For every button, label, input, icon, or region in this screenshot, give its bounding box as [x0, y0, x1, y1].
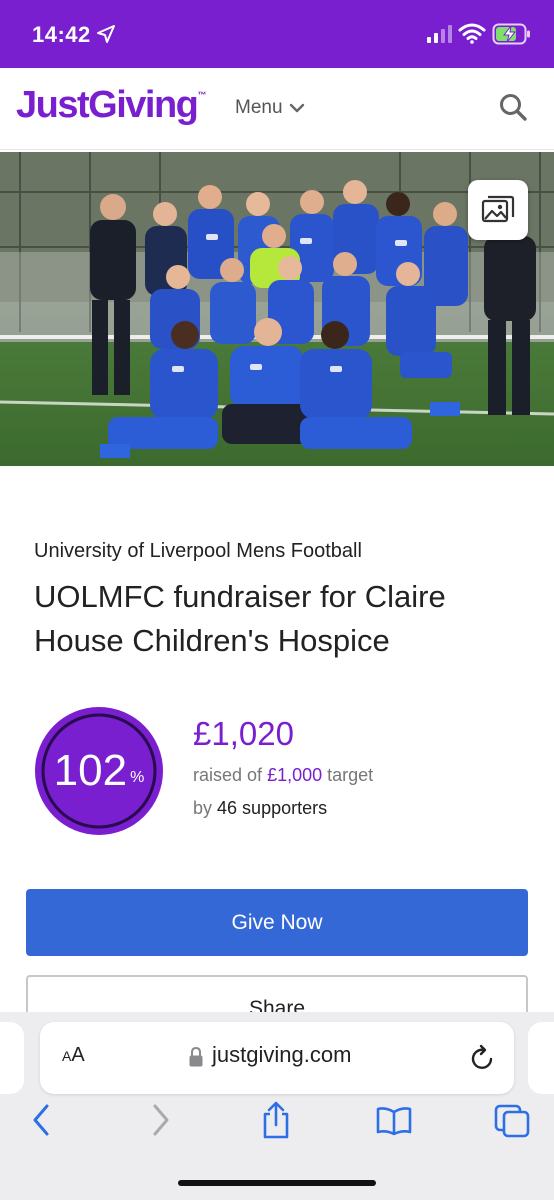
percent-sign: %: [130, 769, 145, 786]
wifi-icon: [458, 23, 486, 44]
logo-trademark: ™: [197, 90, 207, 100]
justgiving-logo[interactable]: JustGiving™: [16, 84, 206, 127]
forward-chevron-icon[interactable]: [142, 1100, 178, 1140]
by-label: by: [193, 798, 213, 818]
battery-charging-icon: [492, 23, 530, 45]
tabs-icon[interactable]: [494, 1100, 530, 1140]
menu-label: Menu: [235, 97, 283, 118]
supporters-count[interactable]: 46 supporters: [217, 798, 327, 818]
back-chevron-icon[interactable]: [24, 1100, 60, 1140]
site-header: JustGiving™ Menu: [0, 68, 554, 150]
give-now-button[interactable]: Give Now: [26, 889, 528, 956]
address-bar[interactable]: AA justgiving.com: [40, 1022, 514, 1094]
previous-tab-peek[interactable]: [0, 1022, 24, 1094]
gallery-button[interactable]: [468, 180, 528, 240]
supporters-line: by 46 supporters: [193, 798, 327, 819]
target-line: raised of £1,000 target: [193, 765, 373, 786]
share-icon[interactable]: [258, 1100, 294, 1140]
target-label: target: [327, 765, 374, 785]
text-size-big-a: A: [71, 1044, 85, 1066]
chevron-down-icon: [289, 103, 304, 113]
page-title: UOLMFC fundraiser for Claire House Child…: [34, 579, 446, 658]
menu-button[interactable]: Menu: [235, 97, 305, 119]
url-text: justgiving.com: [212, 1042, 352, 1067]
text-size-button[interactable]: AA: [62, 1044, 85, 1067]
home-indicator: [178, 1180, 376, 1186]
status-time: 14:42: [32, 22, 91, 47]
next-tab-peek[interactable]: [528, 1022, 554, 1094]
text-size-small-a: A: [62, 1048, 72, 1064]
location-arrow-icon: [97, 25, 115, 43]
give-now-label: Give Now: [231, 910, 323, 934]
target-amount: £1,000: [267, 765, 323, 785]
raised-amount: £1,020: [193, 715, 294, 752]
logo-text: JustGiving: [16, 84, 199, 126]
status-bar: 14:42: [0, 0, 554, 68]
image-gallery-icon: [481, 195, 515, 223]
percent-value: 102: [53, 746, 128, 795]
book-icon[interactable]: [376, 1100, 412, 1140]
organisation-name: University of Liverpool Mens Football: [34, 540, 362, 562]
lock-icon: [189, 1046, 203, 1067]
percent-label: 102%: [33, 705, 165, 837]
search-icon[interactable]: [498, 92, 528, 122]
raised-of-label: raised of: [193, 765, 263, 785]
cellular-signal-icon: [427, 25, 452, 43]
reload-icon[interactable]: [470, 1044, 496, 1072]
